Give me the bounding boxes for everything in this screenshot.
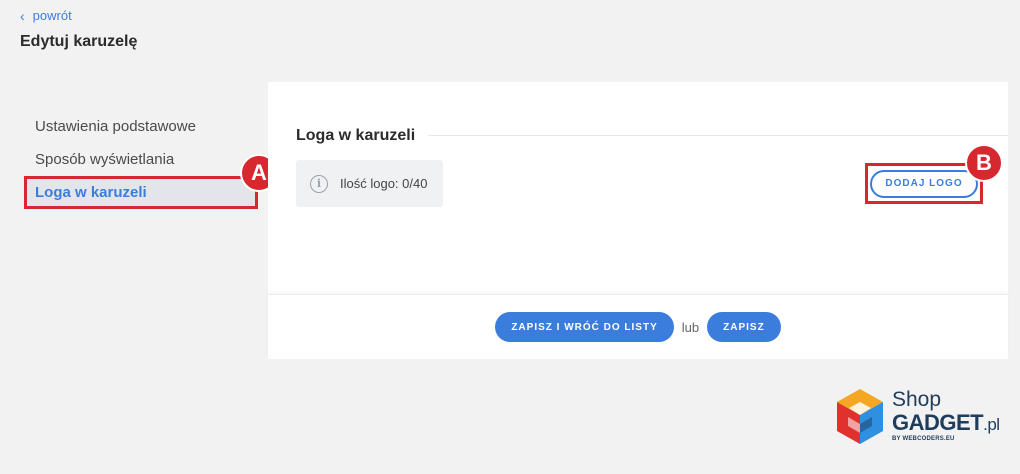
page-title: Edytuj karuzelę bbox=[20, 33, 138, 50]
sidebar: Ustawienia podstawowe Sposób wyświetlani… bbox=[24, 110, 258, 209]
panel-body: Loga w karuzeli i Ilość logo: 0/40 DODAJ… bbox=[268, 82, 1008, 292]
sidebar-item-basic-settings[interactable]: Ustawienia podstawowe bbox=[24, 110, 258, 143]
chevron-left-icon: ‹ bbox=[20, 7, 25, 24]
or-label: lub bbox=[681, 319, 700, 335]
brand-by-text: BY WEBCODERS.EU bbox=[892, 436, 955, 442]
info-icon: i bbox=[310, 174, 328, 193]
sidebar-item-label: Sposób wyświetlania bbox=[35, 151, 175, 168]
save-and-return-button[interactable]: ZAPISZ I WRÓĆ DO LISTY bbox=[495, 312, 674, 342]
logo-count-box: i Ilość logo: 0/40 bbox=[296, 160, 443, 207]
sidebar-item-carousel-logos[interactable]: Loga w karuzeli bbox=[24, 176, 258, 209]
section-divider bbox=[428, 135, 1008, 136]
save-button[interactable]: ZAPISZ bbox=[707, 312, 781, 342]
content-panel: Loga w karuzeli i Ilość logo: 0/40 DODAJ… bbox=[268, 82, 1008, 359]
back-label: powrót bbox=[32, 8, 72, 23]
sidebar-item-label: Ustawienia podstawowe bbox=[35, 118, 196, 135]
sidebar-item-display-mode[interactable]: Sposób wyświetlania bbox=[24, 143, 258, 176]
logo-count-text: Ilość logo: 0/40 bbox=[340, 176, 428, 191]
brand-gadget-text: GADGET.pl bbox=[892, 410, 1000, 435]
back-link[interactable]: ‹ powrót bbox=[20, 8, 72, 23]
panel-footer: ZAPISZ I WRÓĆ DO LISTY lub ZAPISZ bbox=[268, 294, 1008, 359]
add-logo-button[interactable]: DODAJ LOGO bbox=[870, 169, 978, 198]
sidebar-item-label: Loga w karuzeli bbox=[35, 184, 147, 201]
brand-logo: Shop GADGET.pl BY WEBCODERS.EU bbox=[834, 388, 1014, 448]
brand-shop-text: Shop bbox=[892, 388, 942, 411]
section-title: Loga w karuzeli bbox=[296, 127, 416, 144]
annotation-badge-b: B bbox=[965, 144, 1003, 182]
shopgadget-logo-icon bbox=[837, 389, 883, 444]
